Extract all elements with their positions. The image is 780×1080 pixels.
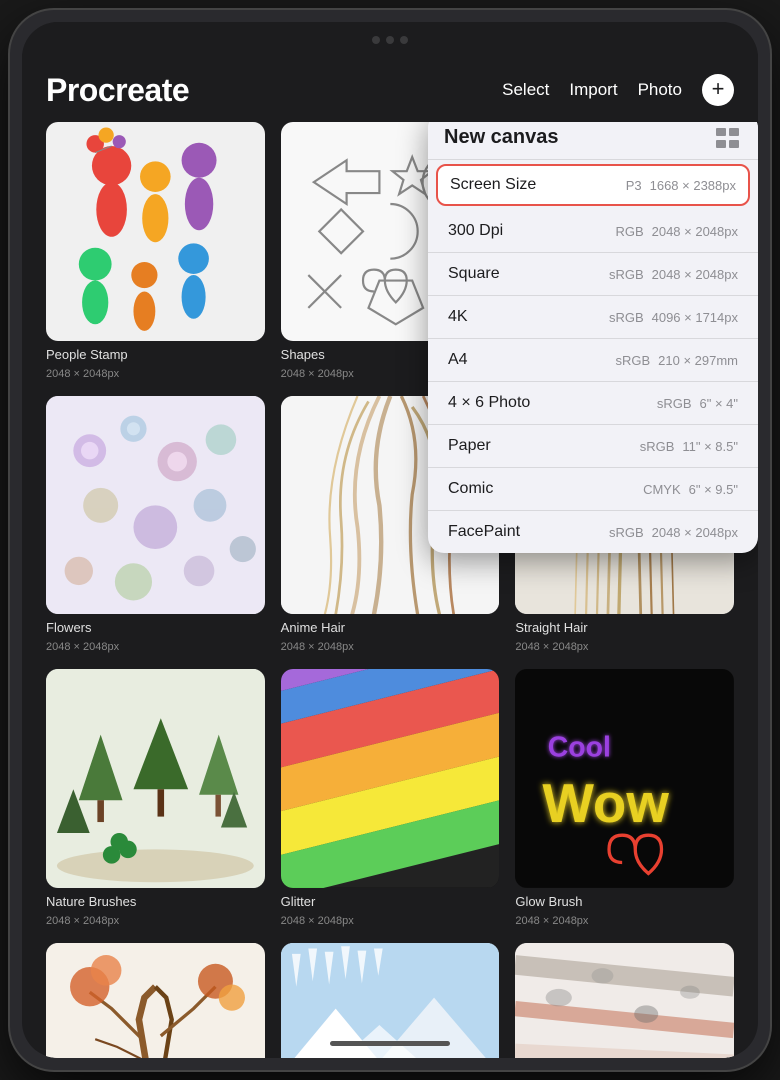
canvas-profile: sRGB bbox=[657, 396, 692, 411]
canvas-row-square[interactable]: Square sRGB 2048 × 2048px bbox=[428, 253, 758, 296]
dropdown-grid-icon[interactable] bbox=[716, 128, 742, 148]
ipad-frame: Procreate Select Import Photo + bbox=[10, 10, 770, 1070]
canvas-profile: sRGB bbox=[609, 525, 644, 540]
glitter-thumb bbox=[281, 669, 500, 888]
flowers-thumb bbox=[46, 396, 265, 615]
list-item[interactable]: Nature Brushes 2048 × 2048px bbox=[46, 669, 265, 927]
svg-text:Cool: Cool bbox=[548, 732, 611, 764]
gallery-item-label: Glow Brush bbox=[515, 894, 734, 909]
canvas-row-name: 4K bbox=[448, 308, 468, 326]
select-button[interactable]: Select bbox=[502, 80, 549, 100]
canvas-row-info: P3 1668 × 2388px bbox=[626, 178, 736, 193]
list-item[interactable]: Glitter 2048 × 2048px bbox=[281, 669, 500, 927]
main-content: People Stamp 2048 × 2048px bbox=[22, 122, 758, 1058]
header-actions: Select Import Photo + bbox=[502, 74, 734, 106]
gallery-item-dims: 2048 × 2048px bbox=[515, 915, 734, 927]
canvas-row-info: sRGB 4096 × 1714px bbox=[609, 310, 738, 325]
canvas-row-a4[interactable]: A4 sRGB 210 × 297mm bbox=[428, 339, 758, 382]
gallery-item-dims: 2048 × 2048px bbox=[515, 641, 734, 653]
add-canvas-button[interactable]: + bbox=[702, 74, 734, 106]
dropdown-title: New canvas bbox=[444, 126, 559, 149]
gallery-item-dims: 2048 × 2048px bbox=[281, 641, 500, 653]
list-item[interactable]: Brick & Animal Print 2048 × 2048px bbox=[515, 943, 734, 1058]
autumn-thumb bbox=[46, 943, 265, 1058]
canvas-dims: 11" × 8.5" bbox=[682, 439, 738, 454]
top-bar bbox=[22, 22, 758, 58]
app-header: Procreate Select Import Photo + bbox=[22, 58, 758, 122]
canvas-dims: 6" × 9.5" bbox=[689, 482, 738, 497]
gallery-item-label: Glitter bbox=[281, 894, 500, 909]
list-item[interactable]: Flowers 2048 × 2048px bbox=[46, 396, 265, 654]
canvas-row-info: sRGB 2048 × 2048px bbox=[609, 525, 738, 540]
brick-animal-print-thumb bbox=[515, 943, 734, 1058]
canvas-dims: 6" × 4" bbox=[699, 396, 738, 411]
canvas-profile: sRGB bbox=[609, 267, 644, 282]
gallery-item-dims: 2048 × 2048px bbox=[46, 641, 265, 653]
gallery-item-dims: 2048 × 2048px bbox=[46, 368, 265, 380]
canvas-dims: 4096 × 1714px bbox=[652, 310, 738, 325]
canvas-row-info: sRGB 6" × 4" bbox=[657, 396, 738, 411]
canvas-profile: RGB bbox=[615, 224, 643, 239]
canvas-row-300-dpi[interactable]: 300 Dpi RGB 2048 × 2048px bbox=[428, 210, 758, 253]
nature-thumb bbox=[46, 669, 265, 888]
canvas-profile: CMYK bbox=[643, 482, 681, 497]
canvas-row-screen-size[interactable]: Screen Size P3 1668 × 2388px bbox=[436, 164, 750, 206]
people-stamp-thumb bbox=[46, 122, 265, 341]
canvas-row-name: Comic bbox=[448, 480, 493, 498]
svg-text:Wow: Wow bbox=[543, 773, 670, 834]
new-canvas-dropdown: New canvas Screen Size P3 bbox=[428, 122, 758, 553]
canvas-dims: 2048 × 2048px bbox=[652, 224, 738, 239]
canvas-dims: 2048 × 2048px bbox=[652, 525, 738, 540]
canvas-row-info: sRGB 11" × 8.5" bbox=[640, 439, 738, 454]
gallery-item-label: Nature Brushes bbox=[46, 894, 265, 909]
app-title: Procreate bbox=[46, 72, 189, 109]
canvas-row-name: Paper bbox=[448, 437, 491, 455]
dropdown-header: New canvas bbox=[428, 122, 758, 160]
camera-dot-2 bbox=[386, 36, 394, 44]
list-item[interactable]: People Stamp 2048 × 2048px bbox=[46, 122, 265, 380]
canvas-row-info: RGB 2048 × 2048px bbox=[615, 224, 738, 239]
canvas-row-comic[interactable]: Comic CMYK 6" × 9.5" bbox=[428, 468, 758, 511]
canvas-row-dims: 1668 × 2388px bbox=[650, 178, 736, 193]
canvas-row-name: 4 × 6 Photo bbox=[448, 394, 530, 412]
canvas-rows-list: 300 Dpi RGB 2048 × 2048px Square sRGB 20… bbox=[428, 210, 758, 553]
gallery-item-label: Straight Hair bbox=[515, 620, 734, 635]
canvas-row-name: Screen Size bbox=[450, 176, 536, 194]
canvas-row-info: sRGB 2048 × 2048px bbox=[609, 267, 738, 282]
ipad-screen: Procreate Select Import Photo + bbox=[22, 22, 758, 1058]
camera-dot-3 bbox=[400, 36, 408, 44]
canvas-row-4k[interactable]: 4K sRGB 4096 × 1714px bbox=[428, 296, 758, 339]
gallery-item-label: People Stamp bbox=[46, 347, 265, 362]
canvas-profile: sRGB bbox=[640, 439, 675, 454]
canvas-row-name: Square bbox=[448, 265, 500, 283]
canvas-row-info: sRGB 210 × 297mm bbox=[615, 353, 738, 368]
camera-dot-1 bbox=[372, 36, 380, 44]
canvas-profile: sRGB bbox=[609, 310, 644, 325]
list-item[interactable]: Autumn 2048 × 2048px bbox=[46, 943, 265, 1058]
scroll-indicator bbox=[330, 1041, 450, 1046]
canvas-row-4-×-6-photo[interactable]: 4 × 6 Photo sRGB 6" × 4" bbox=[428, 382, 758, 425]
canvas-row-facepaint[interactable]: FacePaint sRGB 2048 × 2048px bbox=[428, 511, 758, 553]
glow-brush-thumb: Cool Wow bbox=[515, 669, 734, 888]
gallery-item-dims: 2048 × 2048px bbox=[46, 915, 265, 927]
canvas-row-name: 300 Dpi bbox=[448, 222, 503, 240]
canvas-dims: 210 × 297mm bbox=[658, 353, 738, 368]
canvas-row-name: FacePaint bbox=[448, 523, 520, 541]
canvas-row-profile: P3 bbox=[626, 178, 642, 193]
canvas-row-paper[interactable]: Paper sRGB 11" × 8.5" bbox=[428, 425, 758, 468]
list-item[interactable]: Cool Wow bbox=[515, 669, 734, 927]
camera-area bbox=[372, 36, 408, 44]
gallery-item-label: Anime Hair bbox=[281, 620, 500, 635]
canvas-profile: sRGB bbox=[615, 353, 650, 368]
gallery-item-label: Flowers bbox=[46, 620, 265, 635]
canvas-row-name: A4 bbox=[448, 351, 468, 369]
photo-button[interactable]: Photo bbox=[638, 80, 682, 100]
gallery-item-dims: 2048 × 2048px bbox=[281, 915, 500, 927]
canvas-row-info: CMYK 6" × 9.5" bbox=[643, 482, 738, 497]
canvas-dims: 2048 × 2048px bbox=[652, 267, 738, 282]
import-button[interactable]: Import bbox=[569, 80, 617, 100]
